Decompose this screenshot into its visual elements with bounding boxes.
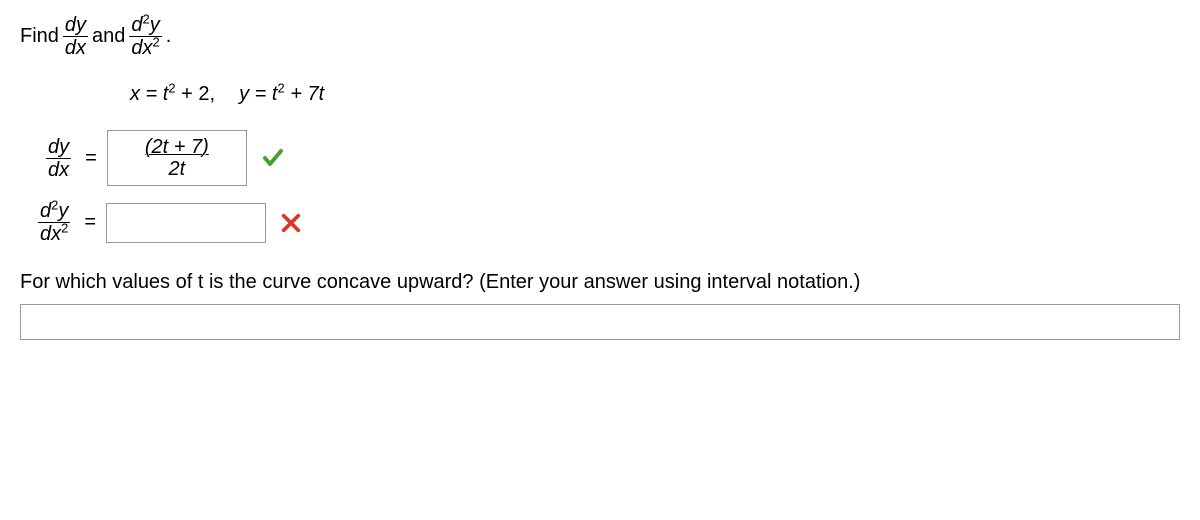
dy-numerator: dy	[63, 14, 88, 36]
second-derivative-row: d2y dx2 =	[34, 200, 1180, 245]
y-equation: y = t2 + 7t	[239, 83, 324, 106]
d2y-dx2-label: d2y dx2	[38, 200, 70, 245]
dx2-denominator: dx2	[129, 36, 161, 59]
dy-dx-fraction: dy dx	[63, 14, 88, 59]
first-derivative-row: dy dx = (2t + 7) 2t	[42, 130, 1180, 186]
dx-denominator: dx	[63, 36, 88, 59]
period: .	[166, 25, 172, 48]
concave-prompt: For which values of t is the curve conca…	[20, 271, 1180, 294]
equals-sign: =	[84, 211, 96, 234]
second-derivative-answer[interactable]	[106, 203, 266, 243]
dy-dx-label: dy dx	[46, 136, 71, 181]
parametric-equations: x = t2 + 2, y = t2 + 7t	[130, 83, 1180, 106]
interval-answer[interactable]	[20, 304, 1180, 340]
answer-fraction: (2t + 7) 2t	[143, 136, 211, 180]
answer-numerator: (2t + 7)	[143, 136, 211, 158]
first-derivative-answer[interactable]: (2t + 7) 2t	[107, 130, 247, 186]
problem-header: Find dy dx and d2y dx2 .	[20, 14, 1180, 59]
answer-denominator: 2t	[166, 158, 187, 180]
and-text: and	[92, 25, 125, 48]
x-equation: x = t2 + 2,	[130, 83, 215, 106]
cross-icon	[280, 212, 302, 234]
equals-sign: =	[85, 147, 97, 170]
d2y-numerator: d2y	[129, 14, 161, 36]
d2y-dx2-fraction: d2y dx2	[129, 14, 161, 59]
check-icon	[261, 146, 285, 170]
find-text: Find	[20, 25, 59, 48]
